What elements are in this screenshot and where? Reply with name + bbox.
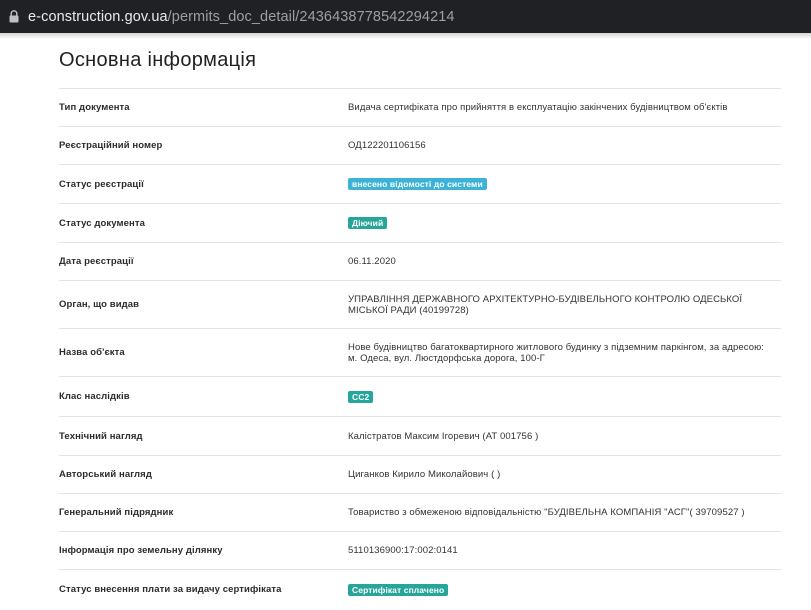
status-badge: СС2	[348, 390, 374, 403]
field-value: Нове будівництво багатоквартирного житло…	[348, 341, 765, 364]
field-label: Назва об'єкта	[59, 347, 125, 358]
field-row-registration-date: Дата реєстрації 06.11.2020	[59, 243, 781, 281]
status-badge: Сертифікат сплачено	[348, 583, 449, 596]
field-value: Товариство з обмеженою відповідальністю …	[348, 507, 745, 518]
field-value: Циганков Кирило Миколайович ( )	[348, 469, 501, 480]
field-label: Статус реєстрації	[59, 178, 144, 190]
field-row-payment-status: Статус внесення плати за видачу сертифік…	[59, 570, 781, 609]
field-value: УПРАВЛІННЯ ДЕРЖАВНОГО АРХІТЕКТУРНО-БУДІВ…	[348, 293, 743, 316]
field-value: Калістратов Максим Ігоревич (АТ 001756 )	[348, 430, 539, 442]
field-value: ОД122201106156	[348, 140, 426, 151]
field-row-general-contractor: Генеральний підрядник Товариство з обмеж…	[59, 494, 781, 532]
field-label: Реєстраційний номер	[59, 140, 163, 151]
field-row-registration-number: Реєстраційний номер ОД122201106156	[59, 127, 781, 165]
field-label: Інформація про земельну ділянку	[59, 545, 223, 556]
field-label: Дата реєстрації	[59, 256, 134, 267]
field-value: 06.11.2020	[348, 256, 396, 267]
url-host: e-construction.gov.ua	[28, 8, 168, 25]
main-info-section: Основна інформація Тип документа Видача …	[59, 33, 781, 609]
field-row-issuing-authority: Орган, що видав УПРАВЛІННЯ ДЕРЖАВНОГО АР…	[59, 281, 781, 329]
field-row-consequence-class: Клас наслідків СС2	[59, 377, 781, 417]
lock-icon[interactable]	[0, 0, 28, 33]
field-label: Орган, що видав	[59, 299, 140, 310]
field-label: Авторський нагляд	[59, 469, 152, 480]
field-value: 5110136900:17:002:0141	[348, 545, 458, 556]
field-row-land-plot: Інформація про земельну ділянку 51101369…	[59, 532, 781, 570]
status-badge: внесено відомості до системи	[348, 178, 487, 190]
field-row-document-status: Статус документа Діючий	[59, 204, 781, 243]
field-row-object-name: Назва об'єкта Нове будівництво багатоква…	[59, 329, 781, 377]
field-label: Статус документа	[59, 217, 145, 229]
status-badge: Діючий	[348, 217, 388, 229]
field-row-technical-supervision: Технічний нагляд Калістратов Максим Ігор…	[59, 417, 781, 456]
field-label: Тип документа	[59, 102, 130, 113]
field-label: Статус внесення плати за видачу сертифік…	[59, 584, 282, 595]
field-row-document-type: Тип документа Видача сертифіката про при…	[59, 89, 781, 127]
field-label: Клас наслідків	[59, 391, 130, 402]
field-label: Технічний нагляд	[59, 430, 143, 442]
url-text[interactable]: e-construction.gov.ua/permits_doc_detail…	[28, 9, 455, 25]
field-row-registration-status: Статус реєстрації внесено відомості до с…	[59, 165, 781, 204]
field-label: Генеральний підрядник	[59, 507, 174, 518]
field-row-author-supervision: Авторський нагляд Циганков Кирило Микола…	[59, 456, 781, 494]
address-bar[interactable]: e-construction.gov.ua/permits_doc_detail…	[0, 0, 811, 33]
field-value: Видача сертифіката про прийняття в експл…	[348, 102, 728, 113]
url-path: /permits_doc_detail/2436438778542294214	[167, 8, 455, 25]
page-title: Основна інформація	[59, 33, 781, 89]
